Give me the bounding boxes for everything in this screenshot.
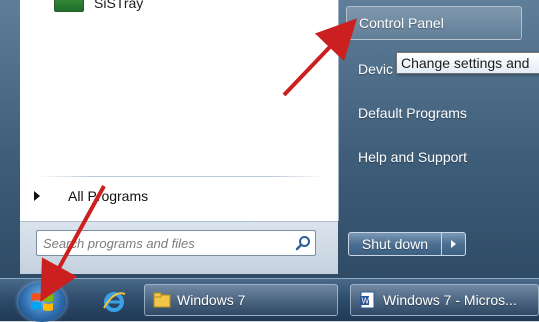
search-icon[interactable] [291,232,315,254]
shutdown-label: Shut down [361,236,429,252]
search-input[interactable] [37,232,291,254]
all-programs-label: All Programs [68,188,149,204]
program-item-sistray[interactable]: SiSTray [54,0,254,16]
arrow-right-icon [34,191,40,201]
svg-text:W: W [362,297,370,306]
shutdown-options-button[interactable] [442,232,466,256]
folder-icon [153,291,171,309]
taskbar-item-word-document[interactable]: W Windows 7 - Micros... [350,284,539,316]
all-programs-button[interactable]: All Programs [30,184,310,208]
taskbar-item-label: Windows 7 [177,292,246,308]
devices-label: Devic [358,61,394,77]
default-programs-label: Default Programs [358,105,467,121]
help-and-support-item[interactable]: Help and Support [346,140,522,174]
internet-explorer-taskbar-button[interactable] [92,286,136,316]
start-button[interactable] [18,282,66,322]
default-programs-item[interactable]: Default Programs [346,96,522,130]
tooltip-text: Change settings and [401,55,530,71]
start-menu: SiSTray All Programs Control Panel Devic… [0,0,539,278]
windows-logo-icon [31,293,53,311]
search-box[interactable] [36,230,316,256]
separator [36,176,326,177]
start-menu-programs-pane: SiSTray All Programs [20,0,339,221]
sistray-icon [54,0,84,12]
control-panel-label: Control Panel [359,15,444,31]
tooltip: Change settings and [396,52,539,74]
help-and-support-label: Help and Support [358,149,467,165]
taskbar-item-windows7-folder[interactable]: Windows 7 [144,284,338,316]
taskbar-item-label: Windows 7 - Micros... [383,292,517,308]
arrow-right-icon [451,240,456,248]
internet-explorer-icon [103,292,126,312]
program-label: SiSTray [94,0,144,11]
shutdown-button[interactable]: Shut down [348,232,442,256]
word-document-icon: W [359,291,377,309]
control-panel-item[interactable]: Control Panel [346,6,522,40]
